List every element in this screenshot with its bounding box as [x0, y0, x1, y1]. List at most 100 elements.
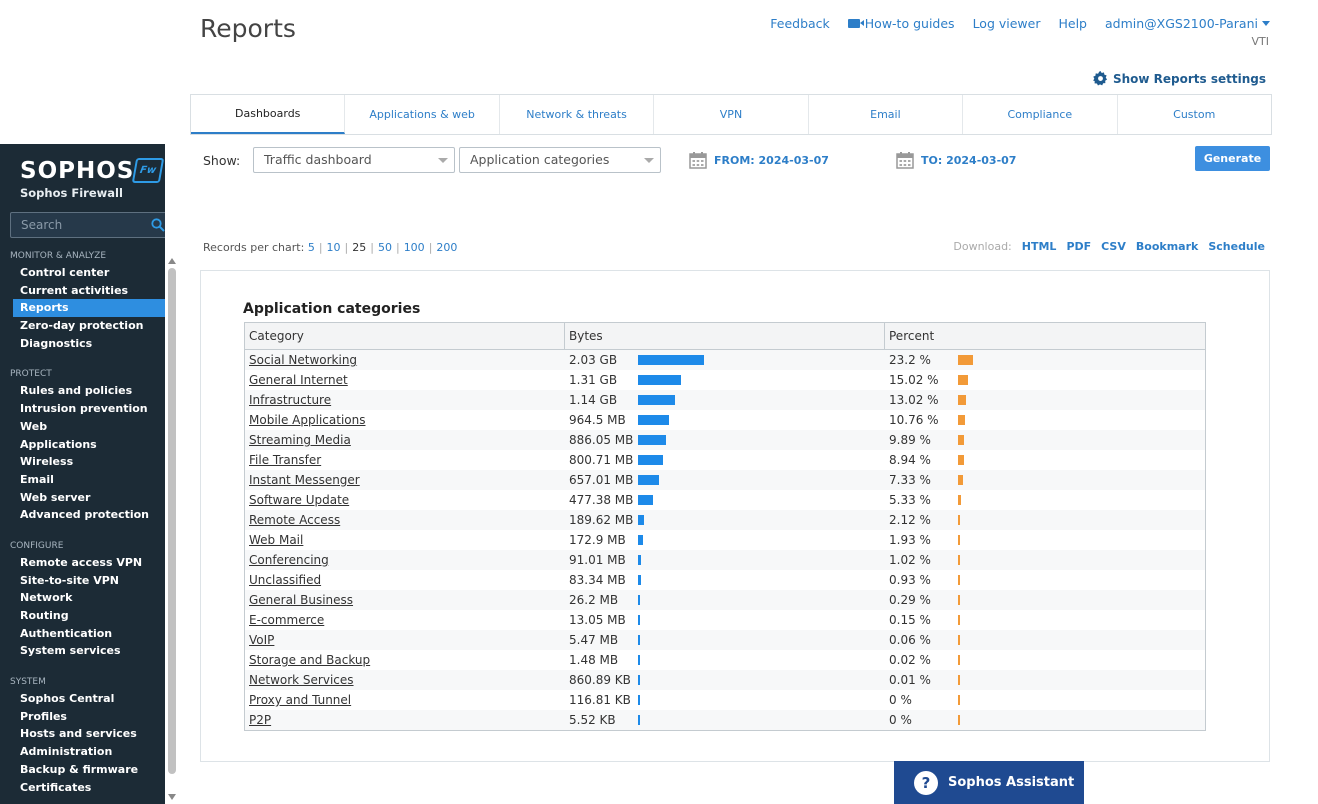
sidebar-item-backup-firmware[interactable]: Backup & firmware — [0, 761, 165, 779]
scroll-down-icon[interactable] — [168, 794, 176, 800]
category-link[interactable]: General Internet — [245, 370, 565, 390]
records-option-10[interactable]: 10 — [327, 241, 341, 254]
sidebar-item-advanced-protection[interactable]: Advanced protection — [0, 506, 165, 524]
help-link[interactable]: Help — [1058, 16, 1087, 31]
sidebar-item-intrusion-prevention[interactable]: Intrusion prevention — [0, 400, 165, 418]
column-header-bytes[interactable]: Bytes — [565, 323, 885, 349]
sidebar-scrollbar[interactable] — [166, 252, 178, 804]
bookmark-link[interactable]: Bookmark — [1136, 240, 1198, 253]
download-html-link[interactable]: HTML — [1022, 240, 1057, 253]
dashboard-select-value: Traffic dashboard — [264, 152, 372, 167]
records-option-100[interactable]: 100 — [404, 241, 425, 254]
tab-compliance[interactable]: Compliance — [963, 95, 1118, 134]
category-link[interactable]: P2P — [245, 710, 565, 730]
sidebar-item-remote-access-vpn[interactable]: Remote access VPN — [0, 554, 165, 572]
category-link[interactable]: VoIP — [245, 630, 565, 650]
sidebar-item-administration[interactable]: Administration — [0, 743, 165, 761]
category-link[interactable]: Network Services — [245, 670, 565, 690]
gear-icon — [1093, 71, 1108, 86]
category-link[interactable]: Conferencing — [245, 550, 565, 570]
sidebar-item-routing[interactable]: Routing — [0, 607, 165, 625]
percent-bar-cell — [958, 710, 1205, 730]
column-header-category[interactable]: Category — [245, 323, 565, 349]
bytes-bar-cell — [638, 670, 885, 690]
tab-email[interactable]: Email — [809, 95, 964, 134]
sidebar-item-reports[interactable]: Reports — [13, 299, 165, 318]
video-icon — [847, 19, 864, 28]
download-pdf-link[interactable]: PDF — [1066, 240, 1091, 253]
tab-custom[interactable]: Custom — [1118, 95, 1271, 134]
sidebar-item-network[interactable]: Network — [0, 589, 165, 607]
records-option-25[interactable]: 25 — [352, 241, 366, 254]
records-option-5[interactable]: 5 — [308, 241, 315, 254]
records-option-50[interactable]: 50 — [378, 241, 392, 254]
bytes-bar — [638, 495, 654, 505]
tab-network-threats[interactable]: Network & threats — [500, 95, 655, 134]
nav-section-protect: PROTECT — [10, 369, 52, 380]
category-link[interactable]: Software Update — [245, 490, 565, 510]
to-date-picker[interactable]: TO: 2024-03-07 — [896, 151, 1016, 169]
percent-bar-cell — [958, 510, 1205, 530]
category-link[interactable]: Mobile Applications — [245, 410, 565, 430]
bytes-value: 13.05 MB — [569, 613, 626, 627]
sidebar-item-web[interactable]: Web — [0, 418, 165, 436]
tab-dashboards[interactable]: Dashboards — [191, 95, 346, 134]
how-to-guides-link[interactable]: How-to guides — [847, 16, 955, 31]
sidebar-item-system-services[interactable]: System services — [0, 642, 165, 660]
sophos-assistant-button[interactable]: ? Sophos Assistant — [894, 761, 1084, 804]
dashboard-select[interactable]: Traffic dashboard — [253, 147, 455, 173]
category-link[interactable]: Instant Messenger — [245, 470, 565, 490]
category-link[interactable]: Unclassified — [245, 570, 565, 590]
sidebar-item-diagnostics[interactable]: Diagnostics — [0, 335, 165, 353]
column-header-percent[interactable]: Percent — [885, 323, 1205, 349]
category-link[interactable]: Storage and Backup — [245, 650, 565, 670]
category-link[interactable]: Remote Access — [245, 510, 565, 530]
sidebar-item-zero-day-protection[interactable]: Zero-day protection — [0, 317, 165, 335]
scrollbar-thumb[interactable] — [168, 268, 176, 774]
category-link[interactable]: Web Mail — [245, 530, 565, 550]
schedule-link[interactable]: Schedule — [1208, 240, 1265, 253]
sidebar-item-profiles[interactable]: Profiles — [0, 708, 165, 726]
sidebar-item-authentication[interactable]: Authentication — [0, 625, 165, 643]
category-select[interactable]: Application categories — [459, 147, 661, 173]
show-reports-settings-link[interactable]: Show Reports settings — [1093, 71, 1266, 86]
table-row: General Internet 1.31 GB 15.02 % — [245, 370, 1205, 390]
sidebar-item-current-activities[interactable]: Current activities — [0, 282, 165, 300]
category-link[interactable]: Social Networking — [245, 350, 565, 370]
sidebar-item-hosts-and-services[interactable]: Hosts and services — [0, 725, 165, 743]
bytes-bar-cell — [638, 530, 885, 550]
nav-section-system: SYSTEM — [10, 677, 46, 688]
sidebar-item-email[interactable]: Email — [0, 471, 165, 489]
from-date-picker[interactable]: FROM: 2024-03-07 — [689, 151, 829, 169]
sidebar-item-rules-and-policies[interactable]: Rules and policies — [0, 382, 165, 400]
sidebar-item-certificates[interactable]: Certificates — [0, 779, 165, 797]
sidebar-item-site-to-site-vpn[interactable]: Site-to-site VPN — [0, 572, 165, 590]
category-link[interactable]: Infrastructure — [245, 390, 565, 410]
table-header: Category Bytes Percent — [245, 323, 1205, 350]
how-to-guides-label: How-to guides — [864, 16, 955, 31]
sidebar-item-web-server[interactable]: Web server — [0, 489, 165, 507]
bytes-bar — [638, 395, 676, 405]
tab-applications-web[interactable]: Applications & web — [345, 95, 500, 134]
category-link[interactable]: E-commerce — [245, 610, 565, 630]
search-icon[interactable] — [151, 218, 165, 232]
scroll-up-icon[interactable] — [168, 258, 176, 264]
records-option-200[interactable]: 200 — [436, 241, 457, 254]
sidebar-item-wireless[interactable]: Wireless — [0, 453, 165, 471]
sidebar-item-applications[interactable]: Applications — [0, 436, 165, 454]
generate-button[interactable]: Generate — [1195, 146, 1270, 171]
category-link[interactable]: Proxy and Tunnel — [245, 690, 565, 710]
feedback-link[interactable]: Feedback — [770, 16, 830, 31]
admin-menu[interactable]: admin@XGS2100-Parani — [1105, 16, 1270, 31]
category-link[interactable]: Streaming Media — [245, 430, 565, 450]
tab-vpn[interactable]: VPN — [654, 95, 809, 134]
sidebar-item-control-center[interactable]: Control center — [0, 264, 165, 282]
sidebar-item-sophos-central[interactable]: Sophos Central — [0, 690, 165, 708]
report-tabs: Dashboards Applications & web Network & … — [190, 94, 1272, 135]
sidebar-search-input[interactable]: Search — [10, 212, 165, 238]
percent-bar-cell — [958, 570, 1205, 590]
category-link[interactable]: File Transfer — [245, 450, 565, 470]
category-link[interactable]: General Business — [245, 590, 565, 610]
download-csv-link[interactable]: CSV — [1101, 240, 1126, 253]
log-viewer-link[interactable]: Log viewer — [973, 16, 1041, 31]
